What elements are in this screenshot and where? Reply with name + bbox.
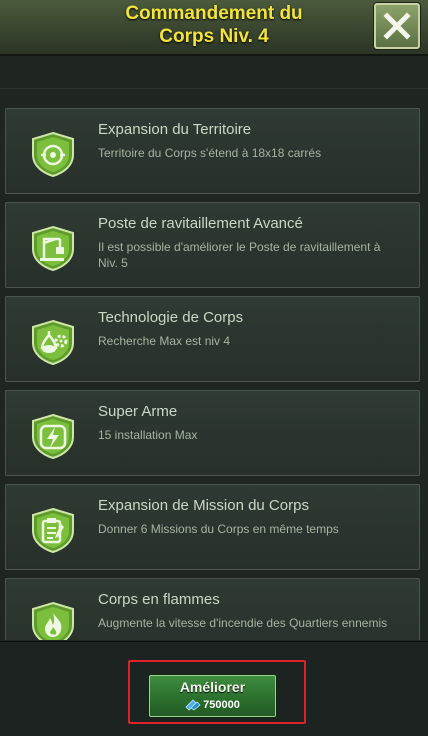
feature-description: Donner 6 Missions du Corps en même temps xyxy=(98,522,339,536)
feature-title: Corps en flammes xyxy=(98,591,220,608)
feature-title: Technologie de Corps xyxy=(98,309,244,326)
feature-title: Super Arme xyxy=(98,403,178,420)
upgrade-button[interactable]: Améliorer 750000 xyxy=(149,675,276,717)
cost-value: 750000 xyxy=(203,699,240,711)
feature-card-mission: Expansion de Mission du Corps Donner 6 M… xyxy=(5,484,420,570)
feature-description: Il est possible d'améliorer le Poste de … xyxy=(98,240,381,270)
feature-description: Territoire du Corps s'étend à 18x18 carr… xyxy=(98,146,322,160)
territory-target-icon xyxy=(32,131,74,177)
page-title: Commandement du Corps Niv. 4 xyxy=(60,2,368,48)
blue-resource-icon xyxy=(185,699,201,711)
sub-header-strip xyxy=(0,56,428,89)
upgrade-cost: 750000 xyxy=(150,698,275,711)
feature-title: Expansion du Territoire xyxy=(98,121,252,138)
title-line-1: Commandement du xyxy=(125,3,303,24)
feature-description: 15 installation Max xyxy=(98,428,198,442)
feature-title: Poste de ravitaillement Avancé xyxy=(98,215,303,232)
feature-description: Recherche Max est niv 4 xyxy=(98,334,231,348)
title-line-2: Corps Niv. 4 xyxy=(159,26,269,47)
lightning-bolt-icon xyxy=(32,413,74,459)
feature-card-flames: Corps en flammes Augmente la vitesse d'i… xyxy=(5,578,420,640)
feature-card-supply: Poste de ravitaillement Avancé Il est po… xyxy=(5,202,420,288)
flame-icon xyxy=(32,601,74,640)
feature-title: Expansion de Mission du Corps xyxy=(98,497,309,514)
upgrade-label: Améliorer xyxy=(179,679,246,695)
feature-list[interactable]: Expansion du Territoire Territoire du Co… xyxy=(0,100,428,640)
mission-clipboard-icon xyxy=(32,507,74,553)
feature-card-technology: Technologie de Corps Recherche Max est n… xyxy=(5,296,420,382)
close-x-icon xyxy=(383,12,411,40)
close-button[interactable] xyxy=(374,3,420,49)
technology-flask-icon xyxy=(32,319,74,365)
feature-description: Augmente la vitesse d'incendie des Quart… xyxy=(98,616,388,630)
feature-card-territory: Expansion du Territoire Territoire du Co… xyxy=(5,108,420,194)
feature-card-super-weapon: Super Arme 15 installation Max xyxy=(5,390,420,476)
supply-crane-icon xyxy=(32,225,74,271)
header-bar: Commandement du Corps Niv. 4 xyxy=(0,0,428,56)
